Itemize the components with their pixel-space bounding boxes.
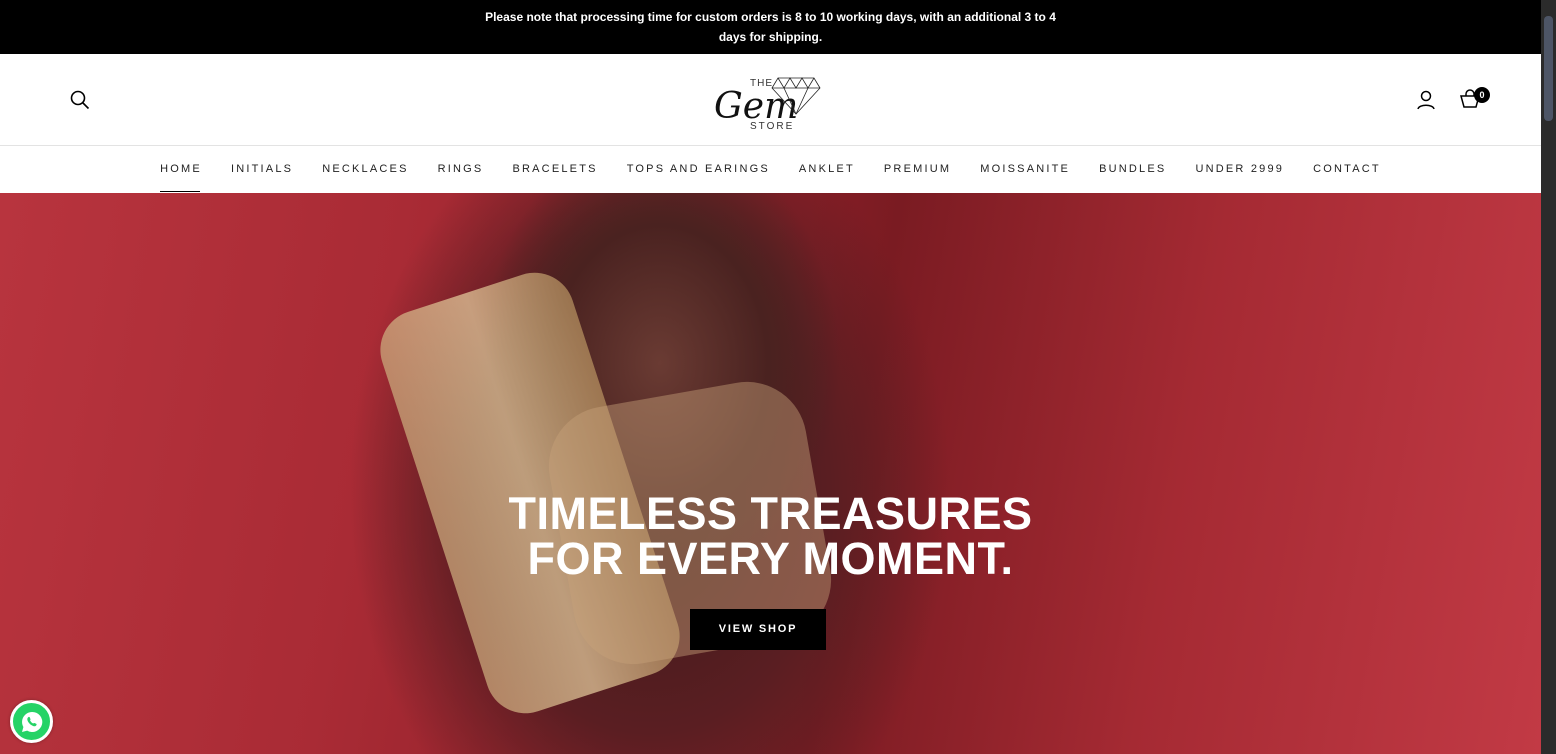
nav-under-2999[interactable]: UNDER 2999 [1195, 146, 1284, 192]
whatsapp-icon [21, 711, 42, 732]
announcement-text: Please note that processing time for cus… [485, 10, 1056, 44]
header: Gem THE STORE [0, 54, 1541, 146]
whatsapp-button[interactable] [10, 700, 53, 743]
logo-bottom: STORE [750, 121, 794, 132]
cart-count-badge: 0 [1474, 87, 1490, 103]
nav-necklaces[interactable]: NECKLACES [322, 146, 408, 192]
hero-banner: TIMELESS TREASURES FOR EVERY MOMENT. VIEW… [0, 193, 1541, 754]
nav-tops-and-earings[interactable]: TOPS AND EARINGS [627, 146, 770, 192]
search-icon[interactable] [70, 90, 90, 110]
hero-headline-line1: TIMELESS TREASURES [508, 488, 1033, 539]
hero-headline: TIMELESS TREASURES FOR EVERY MOMENT. [0, 491, 1541, 581]
announcement-bar: Please note that processing time for cus… [0, 0, 1541, 54]
nav-home[interactable]: HOME [160, 146, 202, 192]
main-nav: HOME INITIALS NECKLACES RINGS BRACELETS … [0, 146, 1541, 192]
scrollbar-thumb[interactable] [1544, 16, 1553, 121]
nav-bundles[interactable]: BUNDLES [1099, 146, 1166, 192]
logo[interactable]: Gem THE STORE [712, 74, 827, 132]
nav-contact[interactable]: CONTACT [1313, 146, 1381, 192]
nav-premium[interactable]: PREMIUM [884, 146, 951, 192]
hero-headline-line2: FOR EVERY MOMENT. [527, 533, 1014, 584]
view-shop-button[interactable]: VIEW SHOP [690, 609, 826, 650]
nav-anklet[interactable]: ANKLET [799, 146, 855, 192]
nav-rings[interactable]: RINGS [438, 146, 484, 192]
nav-bracelets[interactable]: BRACELETS [512, 146, 597, 192]
logo-top: THE [750, 78, 773, 89]
nav-moissanite[interactable]: MOISSANITE [980, 146, 1070, 192]
account-icon[interactable] [1416, 90, 1436, 110]
nav-initials[interactable]: INITIALS [231, 146, 293, 192]
